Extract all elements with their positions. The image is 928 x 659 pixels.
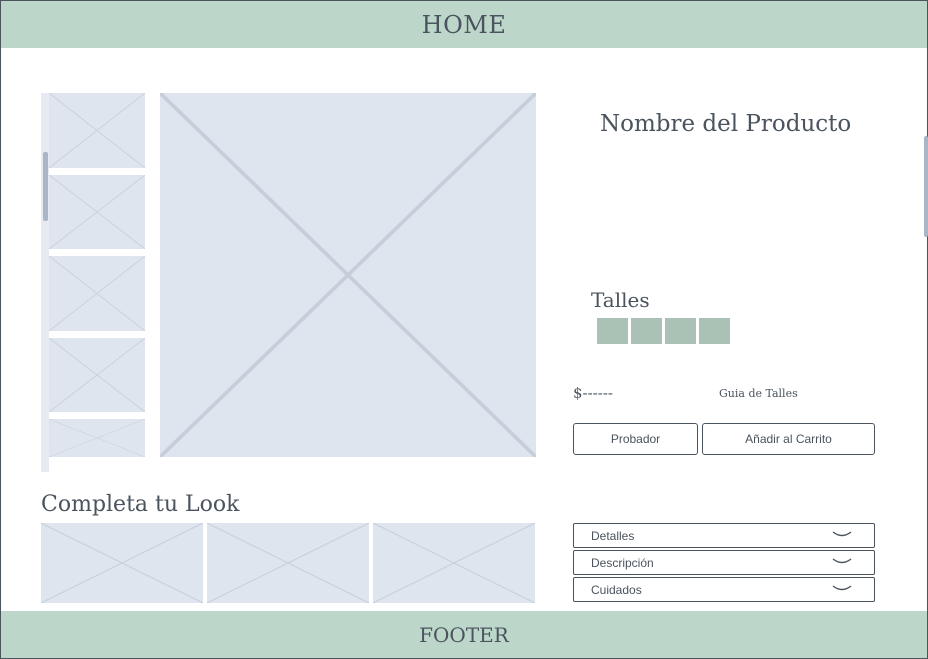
product-name: Nombre del Producto	[600, 111, 852, 137]
size-option[interactable]	[699, 318, 730, 344]
accordion-label: Detalles	[591, 529, 635, 543]
thumbnail-image[interactable]	[49, 419, 145, 457]
chevron-down-icon	[832, 558, 852, 564]
thumbnail-image[interactable]	[49, 338, 145, 412]
main-product-image	[160, 93, 536, 457]
try-on-button[interactable]: Probador	[573, 423, 698, 455]
sizes-label: Talles	[591, 288, 650, 312]
chevron-down-icon	[832, 585, 852, 591]
page-scrollbar[interactable]	[924, 136, 928, 237]
product-price: $------	[573, 384, 613, 402]
look-item-image[interactable]	[373, 523, 535, 603]
thumbnail-scrollbar-handle[interactable]	[43, 152, 48, 221]
size-option[interactable]	[597, 318, 628, 344]
footer: FOOTER	[1, 611, 927, 658]
footer-label: FOOTER	[419, 622, 509, 647]
thumbnail-image[interactable]	[49, 175, 145, 249]
size-option[interactable]	[631, 318, 662, 344]
accordion-descripcion[interactable]: Descripción	[573, 550, 875, 575]
accordion-label: Descripción	[591, 556, 654, 570]
size-option[interactable]	[665, 318, 696, 344]
size-guide-link[interactable]: Guia de Talles	[719, 387, 798, 400]
look-item-image[interactable]	[41, 523, 203, 603]
accordion-cuidados[interactable]: Cuidados	[573, 577, 875, 602]
accordion-detalles[interactable]: Detalles	[573, 523, 875, 548]
chevron-down-icon	[832, 531, 852, 537]
accordion-label: Cuidados	[591, 583, 642, 597]
header-home[interactable]: HOME	[1, 1, 927, 48]
look-item-image[interactable]	[207, 523, 369, 603]
header-label: HOME	[421, 10, 507, 39]
thumbnail-scrollbar-track[interactable]	[41, 93, 49, 472]
add-to-cart-button[interactable]: Añadir al Carrito	[702, 423, 875, 455]
complete-look-title: Completa tu Look	[41, 492, 240, 517]
thumbnail-image[interactable]	[49, 93, 145, 168]
thumbnail-image[interactable]	[49, 256, 145, 331]
